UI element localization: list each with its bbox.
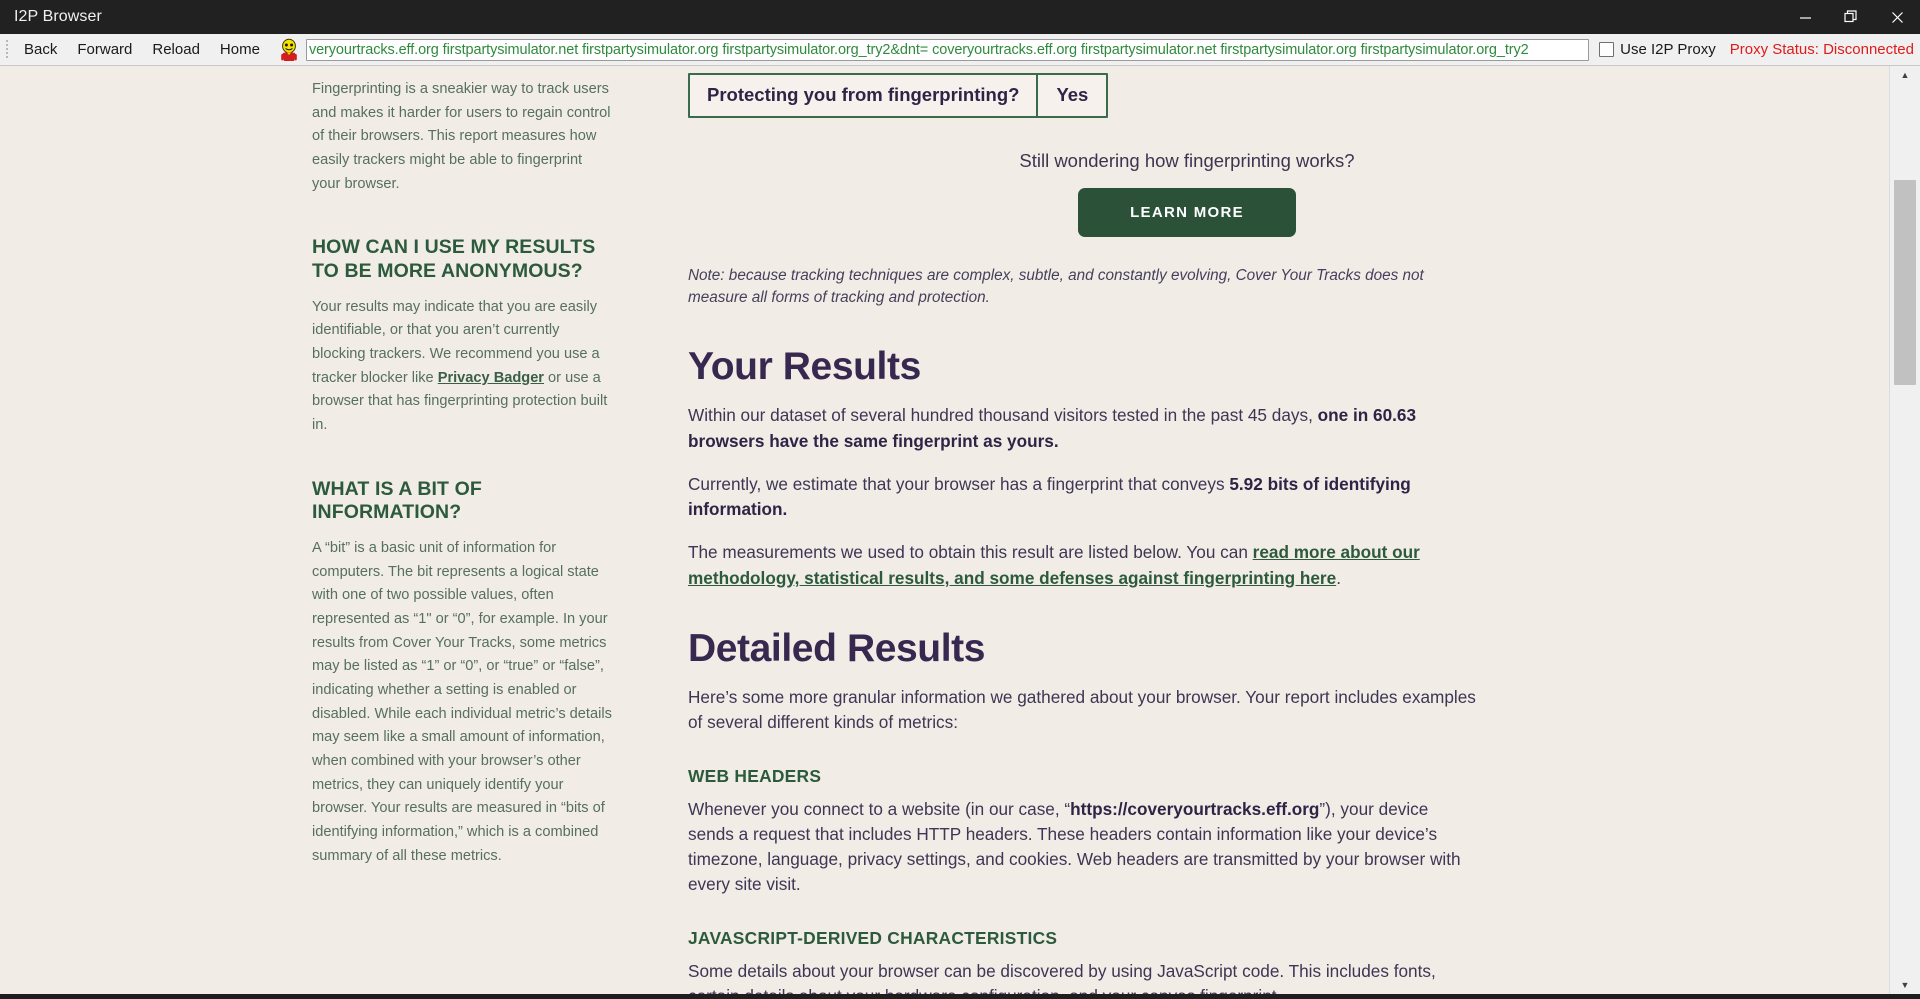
- methodology-text-before: The measurements we used to obtain this …: [688, 542, 1253, 563]
- back-button[interactable]: Back: [14, 37, 67, 62]
- web-headers-text-before: Whenever you connect to a website (in ou…: [688, 798, 1071, 819]
- methodology-paragraph: The measurements we used to obtain this …: [688, 540, 1478, 591]
- scroll-up-arrow-icon[interactable]: ▲: [1890, 66, 1920, 84]
- sidebar-intro-paragraph: Fingerprinting is a sneakier way to trac…: [312, 81, 611, 192]
- still-wondering-text: Still wondering how fingerprinting works…: [1019, 150, 1355, 171]
- proxy-status-text: Proxy Status: Disconnected: [1729, 41, 1914, 58]
- bits-paragraph: Currently, we estimate that your browser…: [688, 472, 1478, 523]
- sidebar: Fingerprinting is a sneakier way to trac…: [0, 66, 642, 994]
- javascript-characteristics-heading: JAVASCRIPT-DERIVED CHARACTERISTICS: [688, 927, 1058, 948]
- maximize-restore-icon[interactable]: [1828, 0, 1874, 34]
- web-headers-paragraph: Whenever you connect to a website (in ou…: [688, 797, 1478, 898]
- learn-more-wrapper: LEARN MORE: [688, 188, 1698, 237]
- close-icon[interactable]: [1874, 0, 1920, 34]
- use-i2p-proxy-checkbox[interactable]: [1599, 42, 1615, 57]
- scrollbar-thumb[interactable]: [1894, 180, 1916, 385]
- detailed-results-heading: Detailed Results: [688, 627, 986, 671]
- main-content: Protecting you from fingerprinting? Yes …: [642, 66, 1698, 994]
- use-i2p-proxy-label: Use I2P Proxy: [1620, 41, 1716, 58]
- web-headers-url-text: https://coveryourtracks.eff.org: [1070, 798, 1320, 819]
- detailed-intro-paragraph: Here’s some more granular information we…: [688, 687, 1476, 733]
- sidebar-bit-paragraph: A “bit” is a basic unit of information f…: [312, 540, 612, 864]
- learn-more-button[interactable]: LEARN MORE: [1078, 188, 1296, 237]
- window-title: I2P Browser: [14, 8, 102, 25]
- javascript-characteristics-paragraph: Some details about your browser can be d…: [688, 960, 1436, 994]
- window-controls: [1782, 0, 1920, 34]
- privacy-badger-link[interactable]: Privacy Badger: [438, 370, 544, 386]
- bits-text-before: Currently, we estimate that your browser…: [688, 473, 1230, 494]
- browser-toolbar: Back Forward Reload Home Use I2P Proxy P…: [0, 34, 1920, 66]
- tracking-note: Note: because tracking techniques are co…: [688, 267, 1424, 307]
- i2p-logo-icon: [276, 37, 302, 63]
- sidebar-heading-bit: WHAT IS A BIT OF INFORMATION?: [312, 477, 482, 524]
- address-bar[interactable]: [305, 38, 1590, 61]
- toolbar-grip: [2, 38, 11, 62]
- fingerprint-protection-answer: Yes: [1056, 84, 1089, 105]
- fingerprint-protection-box: Protecting you from fingerprinting? Yes: [688, 73, 1109, 118]
- fingerprint-protection-question: Protecting you from fingerprinting?: [690, 75, 1039, 116]
- title-bar: I2P Browser: [0, 0, 1920, 34]
- dataset-paragraph: Within our dataset of several hundred th…: [688, 403, 1478, 454]
- web-headers-heading: WEB HEADERS: [688, 765, 822, 786]
- page-viewport: Fingerprinting is a sneakier way to trac…: [0, 66, 1920, 994]
- page-content: Fingerprinting is a sneakier way to trac…: [0, 66, 1889, 994]
- sidebar-heading-anonymous: HOW CAN I USE MY RESULTS TO BE MORE ANON…: [312, 236, 596, 282]
- scrollbar-track[interactable]: [1890, 84, 1920, 976]
- page-scrollbar[interactable]: ▲ ▼: [1889, 66, 1920, 994]
- browser-window: I2P Browser Back Forward Reload Home ver…: [0, 0, 1920, 999]
- scroll-down-arrow-icon[interactable]: ▼: [1890, 976, 1920, 994]
- methodology-text-after: .: [1336, 567, 1341, 588]
- forward-button[interactable]: Forward: [67, 37, 142, 62]
- url-input[interactable]: [308, 41, 1587, 58]
- status-bar: [0, 993, 1920, 999]
- sidebar-anonymous-paragraph: Your results may indicate that you are e…: [312, 296, 612, 438]
- minimize-icon[interactable]: [1782, 0, 1828, 34]
- dataset-text-before: Within our dataset of several hundred th…: [688, 405, 1318, 426]
- your-results-heading: Your Results: [688, 345, 921, 389]
- reload-button[interactable]: Reload: [142, 37, 210, 62]
- home-button[interactable]: Home: [210, 37, 270, 62]
